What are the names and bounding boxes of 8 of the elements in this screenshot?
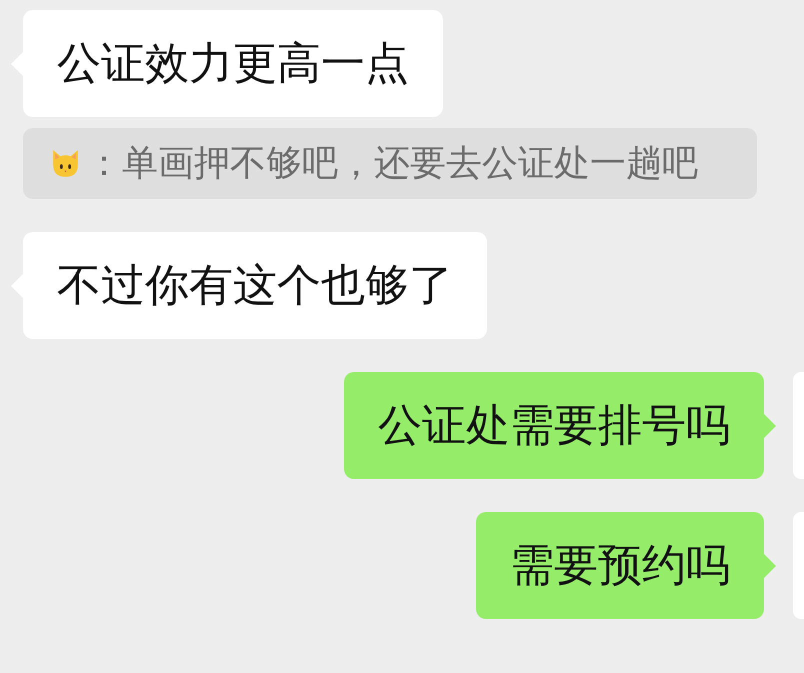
message-bubble: 需要预约吗 (476, 512, 764, 619)
message-bubble: 公证效力更高一点 (23, 10, 443, 117)
quoted-text: ：单画押不够吧，还要去公证处一趟吧 (86, 142, 698, 186)
quoted-message[interactable]: ：单画押不够吧，还要去公证处一趟吧 (23, 128, 757, 199)
bubble-tail (764, 554, 776, 578)
bubble-tail (764, 414, 776, 438)
message-bubble: 公证处需要排号吗 (344, 372, 764, 479)
message-bubble: 不过你有这个也够了 (23, 232, 487, 339)
